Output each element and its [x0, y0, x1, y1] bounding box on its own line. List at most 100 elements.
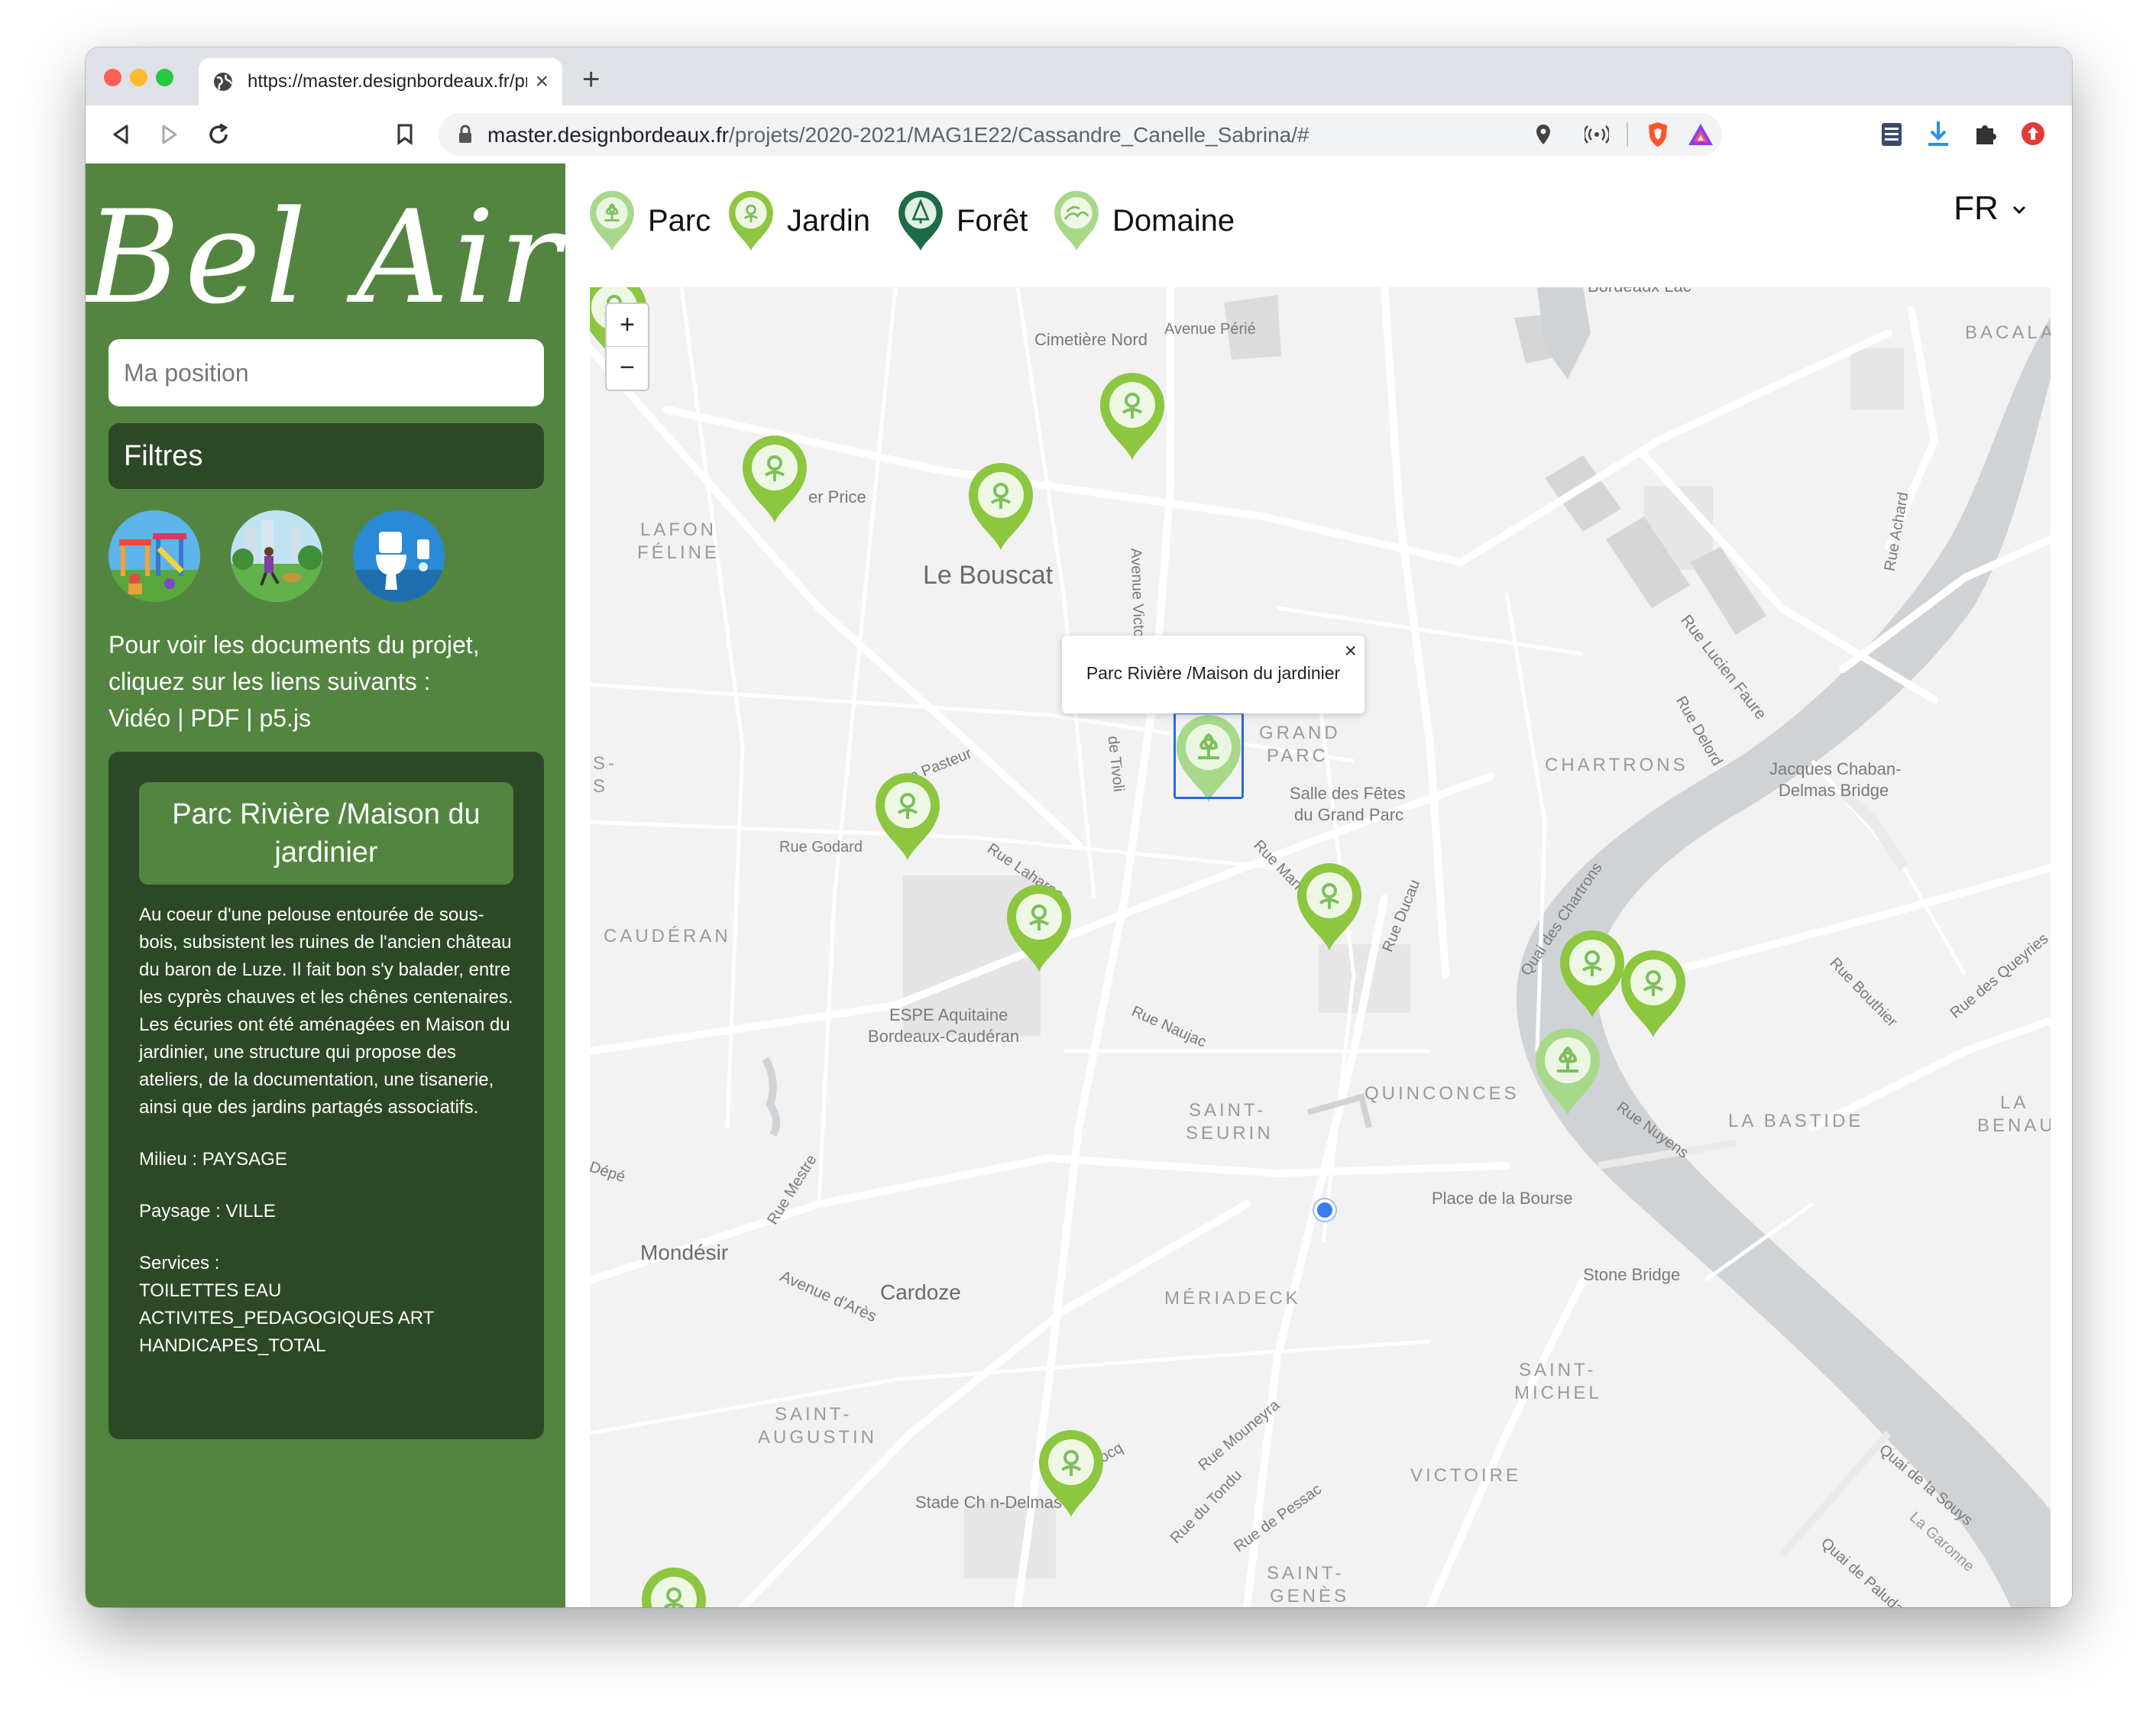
map-label: VICTOIRE — [1410, 1465, 1521, 1486]
legend-jardin[interactable]: Jardin — [726, 186, 870, 255]
map-label: MICHEL — [1514, 1383, 1602, 1403]
map-label: Avenue Périé — [1164, 321, 1256, 338]
jardin-map-marker[interactable] — [1617, 947, 1690, 1040]
p5js-link[interactable]: p5.js — [259, 704, 311, 732]
browser-tab[interactable]: https://master.designbordeaux.fr/projets… — [199, 58, 562, 105]
place-services-label: Services : — [139, 1253, 220, 1273]
place-description-block: Au coeur d'une pelouse entourée de sous-… — [139, 901, 521, 1360]
map-label: Salle des Fêtes — [1290, 784, 1406, 803]
map-label: SAINT- — [1189, 1100, 1267, 1121]
tab-bar: https://master.designbordeaux.fr/projets… — [86, 47, 2072, 105]
jardin-marker-icon — [729, 190, 773, 251]
toilets-image — [353, 510, 445, 602]
map-label: Rue Godard — [779, 839, 863, 856]
map-label: S- — [593, 753, 617, 774]
map-label: er Price — [808, 487, 866, 506]
download-icon[interactable] — [1925, 119, 1951, 148]
map-label: Place de la Bourse — [1432, 1189, 1573, 1208]
lock-icon — [459, 125, 471, 143]
domaine-marker-icon — [1054, 190, 1099, 251]
brave-shield-icon[interactable] — [1646, 121, 1670, 148]
park-walk-image — [231, 510, 322, 602]
map-label: Stone Bridge — [1583, 1265, 1681, 1284]
minimize-window-button[interactable] — [130, 69, 147, 86]
map-label: SAINT- — [775, 1404, 853, 1425]
map-label: S — [593, 776, 609, 797]
address-bar[interactable]: master.designbordeaux.fr/projets/2020-20… — [439, 113, 1722, 156]
browser-window: https://master.designbordeaux.fr/projets… — [86, 47, 2072, 1607]
update-icon[interactable] — [2020, 121, 2046, 147]
place-service-line: ACTIVITES_PEDAGOGIQUES ART — [139, 1308, 435, 1328]
jardin-map-marker[interactable] — [1096, 370, 1169, 463]
document-links: Vidéo | PDF | p5.js — [108, 700, 544, 736]
reload-button[interactable] — [202, 118, 235, 151]
position-search-input[interactable] — [108, 339, 544, 406]
broadcast-icon[interactable] — [1585, 124, 1609, 145]
back-button[interactable] — [104, 118, 138, 151]
parc-map-marker[interactable] — [1531, 1025, 1604, 1118]
bookmark-icon — [397, 124, 413, 145]
filter-playground[interactable] — [108, 510, 200, 602]
language-selector[interactable]: FR — [1954, 189, 2026, 228]
brave-rewards-icon[interactable] — [1687, 122, 1714, 147]
map-label: GRAND — [1259, 723, 1341, 743]
map-label: MÉRIADECK — [1164, 1288, 1301, 1309]
map-label: Cardoze — [880, 1280, 961, 1304]
tab-close-icon[interactable]: × — [535, 69, 549, 95]
link-separator: | — [170, 704, 191, 732]
popup-close-icon[interactable]: × — [1345, 639, 1357, 663]
forward-icon — [162, 125, 177, 144]
place-service-line: TOILETTES EAU — [139, 1280, 282, 1301]
extensions-puzzle-icon[interactable] — [1973, 121, 1999, 147]
map-label: AUGUSTIN — [758, 1427, 878, 1448]
zoom-control: + − — [605, 303, 649, 391]
legend-parc[interactable]: Parc — [587, 186, 711, 255]
playground-image — [108, 510, 200, 602]
category-legend: Parc Jardin Forêt Domaine FR — [565, 163, 2072, 286]
jardin-map-marker[interactable] — [1293, 860, 1366, 953]
jardin-map-marker[interactable] — [871, 770, 944, 863]
forward-button[interactable] — [153, 118, 186, 151]
place-detail-card: Parc Rivière /Maison du jardinier Au coe… — [108, 752, 544, 1439]
map-label: QUINCONCES — [1364, 1083, 1520, 1104]
close-window-button[interactable] — [104, 69, 121, 86]
location-icon[interactable] — [1534, 123, 1552, 146]
omnibox-divider — [1627, 122, 1628, 147]
jardin-map-marker[interactable] — [1034, 1427, 1108, 1520]
map-label: CHARTRONS — [1545, 755, 1688, 775]
back-icon — [113, 125, 128, 144]
map-view[interactable]: Bordeaux Lac BACALAN Cimetière Nord Aven… — [590, 287, 2051, 1607]
map-label: LA — [2000, 1092, 2029, 1113]
extension-list-icon[interactable] — [1879, 121, 1904, 148]
legend-foret-label: Forêt — [957, 203, 1028, 238]
legend-domaine[interactable]: Domaine — [1051, 186, 1235, 255]
web-page: Bel Air Filtres — [86, 163, 2072, 1607]
map-label: Jacques Chaban- — [1769, 759, 1902, 778]
jardin-map-marker[interactable] — [964, 460, 1038, 553]
zoom-out-button[interactable]: − — [607, 347, 648, 389]
jardin-map-marker[interactable] — [738, 432, 811, 526]
map-label: ESPE Aquitaine — [889, 1005, 1008, 1024]
jardin-map-marker[interactable] — [637, 1565, 711, 1607]
filter-park-walk[interactable] — [231, 510, 322, 602]
jardin-map-marker[interactable] — [1002, 882, 1076, 975]
zoom-in-button[interactable]: + — [607, 304, 648, 347]
legend-foret[interactable]: Forêt — [895, 186, 1028, 255]
map-label: Mondésir — [640, 1241, 729, 1264]
new-tab-button[interactable]: + — [582, 64, 600, 95]
map-label: LA BASTIDE — [1728, 1111, 1864, 1131]
filters-button[interactable]: Filtres — [108, 423, 544, 489]
video-link[interactable]: Vidéo — [108, 704, 170, 732]
map-label: SAINT- — [1267, 1563, 1345, 1584]
maximize-window-button[interactable] — [156, 69, 173, 86]
map-label: Bordeaux Lac — [1588, 287, 1691, 296]
map-label: Cimetière Nord — [1034, 330, 1148, 349]
pdf-link[interactable]: PDF — [190, 704, 239, 732]
bookmark-button[interactable] — [388, 118, 422, 151]
map-label: PARC — [1267, 746, 1329, 766]
place-milieu: Milieu : PAYSAGE — [139, 1149, 287, 1170]
browser-toolbar: master.designbordeaux.fr/projets/2020-20… — [86, 105, 2072, 164]
filter-toilets[interactable] — [353, 510, 445, 602]
map-label: BACALAN — [1965, 322, 2051, 343]
tab-title: https://master.designbordeaux.fr/projets… — [248, 71, 527, 92]
